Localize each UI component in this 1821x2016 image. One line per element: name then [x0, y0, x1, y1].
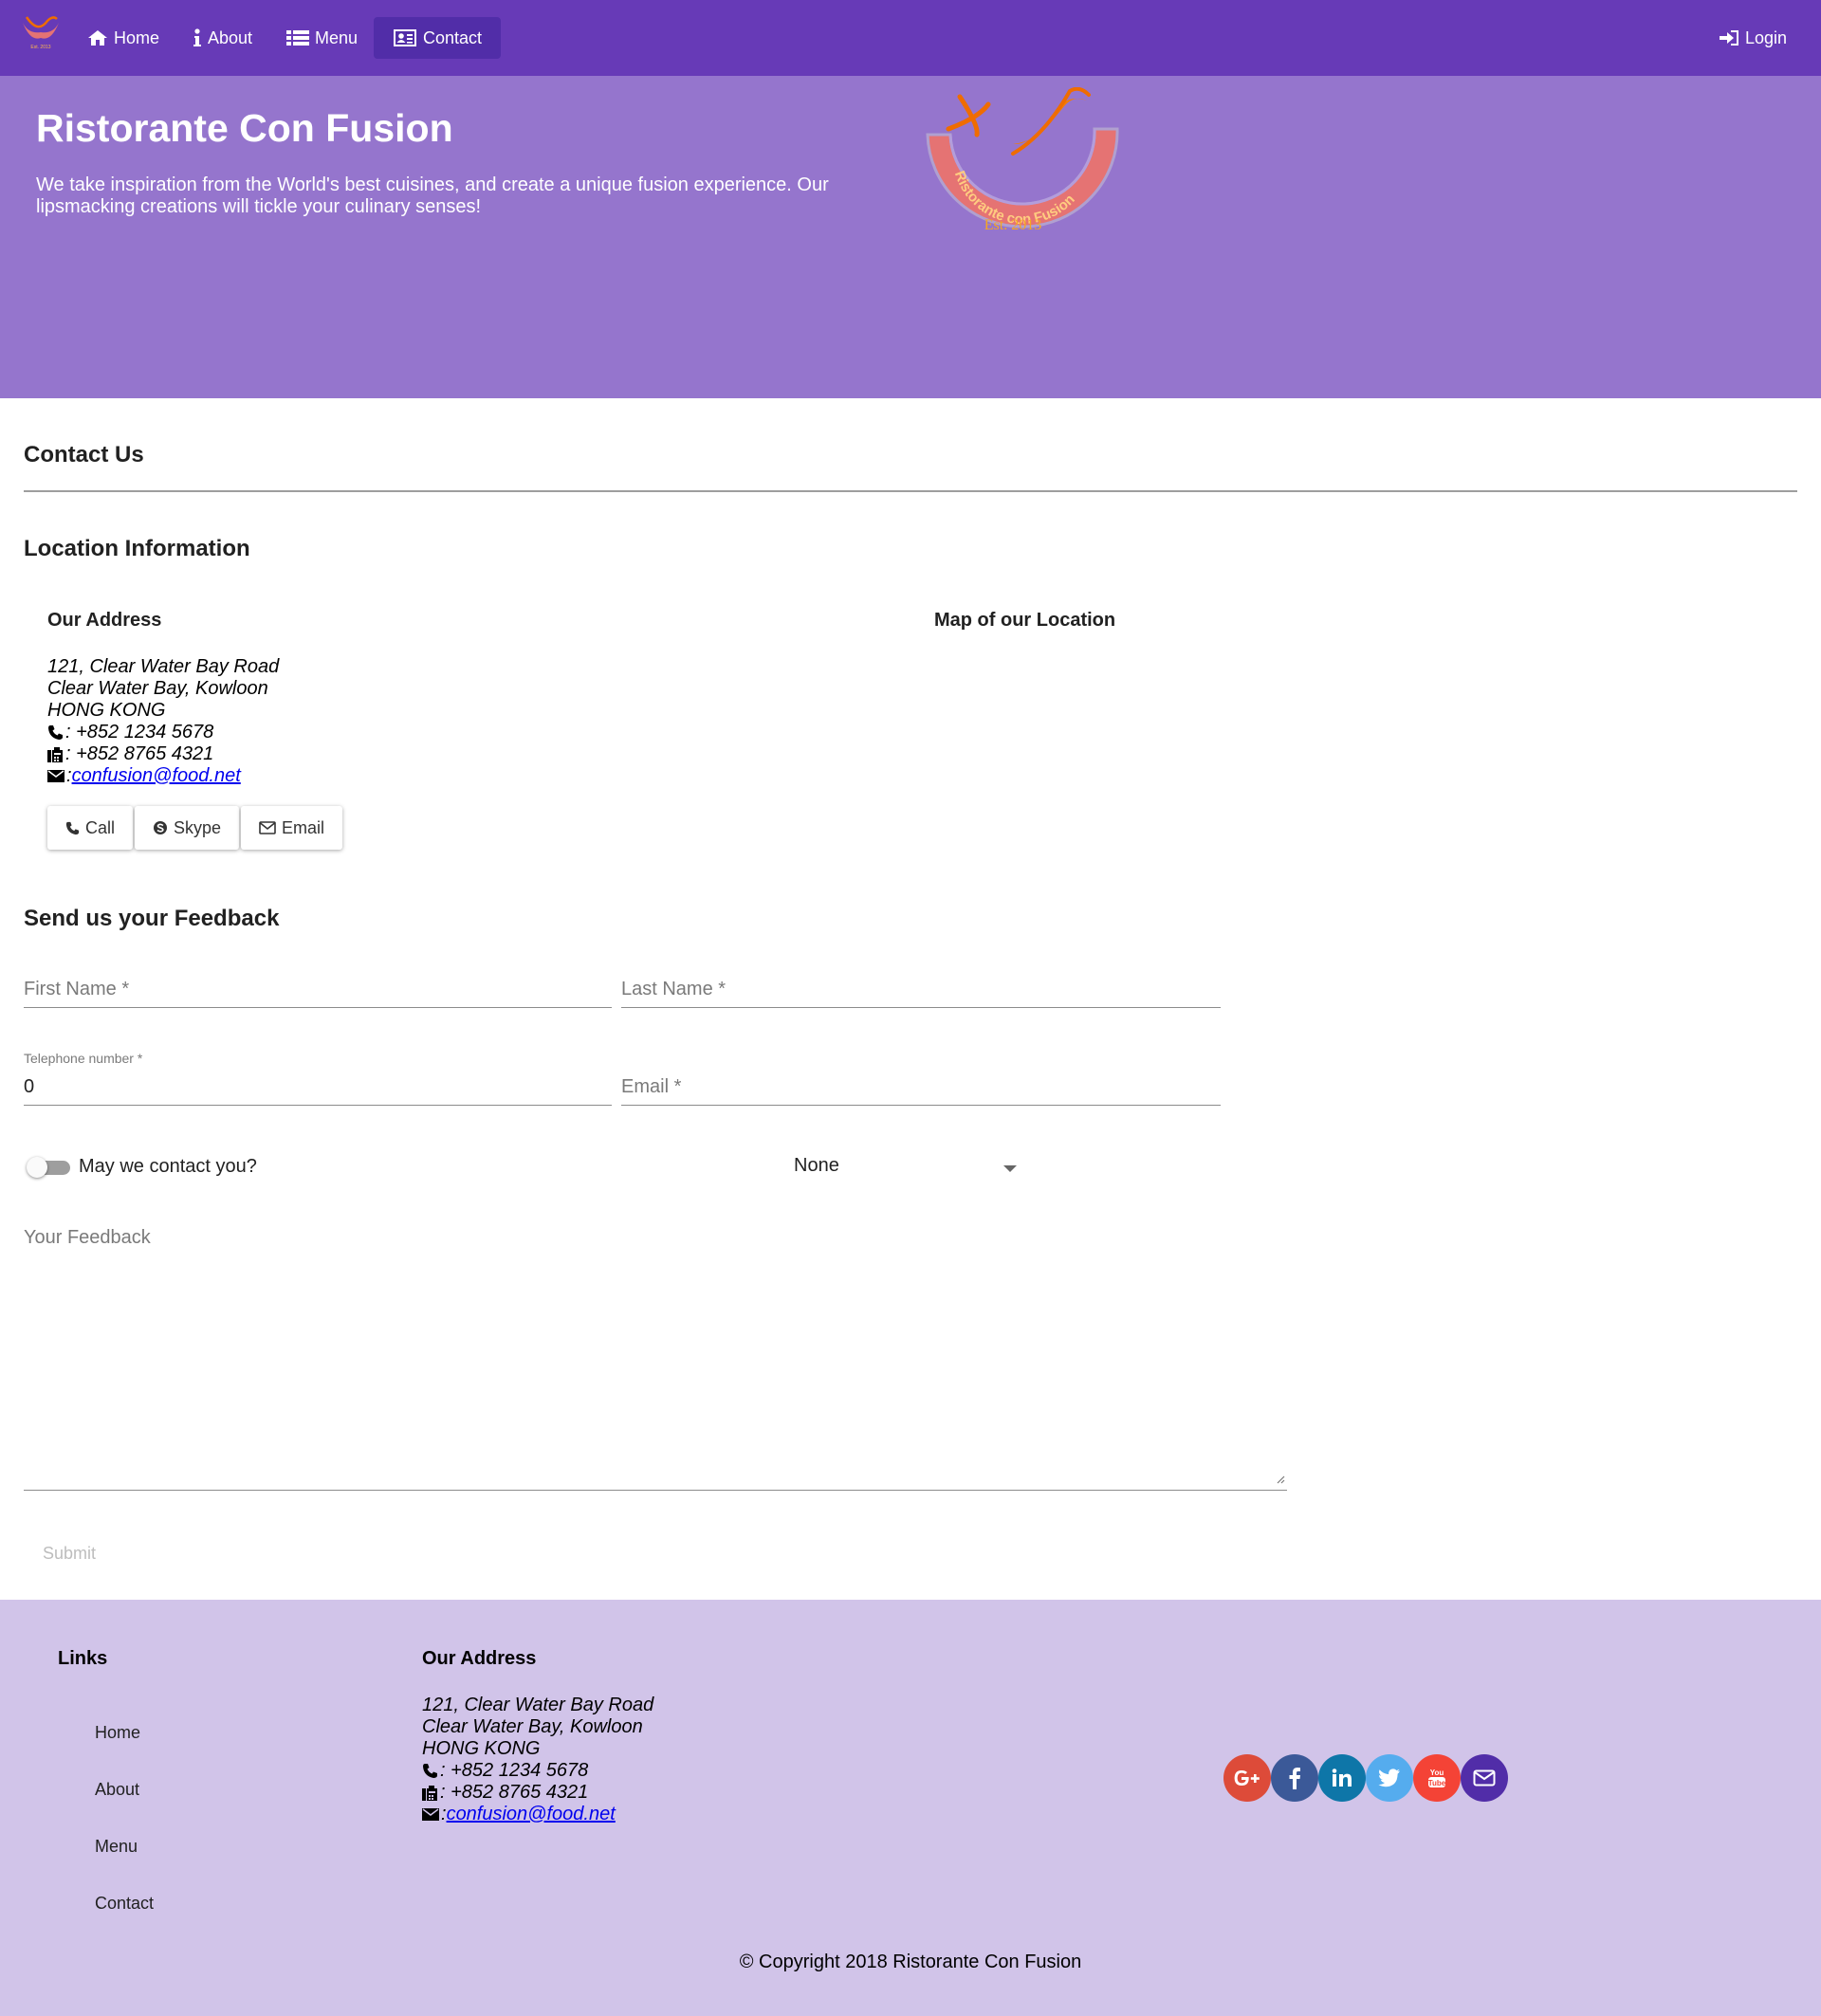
address-card-icon — [394, 29, 416, 46]
resize-handle-icon[interactable] — [1276, 1475, 1285, 1484]
map-title: Map of our Location — [934, 610, 1116, 631]
phone-icon — [65, 821, 80, 834]
footer-address-line-1: 121, Clear Water Bay Road — [422, 1695, 654, 1715]
svg-text:Tube: Tube — [1428, 1779, 1446, 1787]
nav-menu-label: Menu — [315, 27, 359, 47]
our-address-title: Our Address — [47, 610, 162, 631]
call-button[interactable]: Call — [47, 806, 134, 850]
hero-description: We take inspiration from the World's bes… — [36, 174, 829, 217]
skype-icon — [154, 821, 168, 834]
social-buttons: You Tube — [1223, 1754, 1508, 1802]
footer-address-title: Our Address — [422, 1648, 537, 1669]
skype-label: Skype — [174, 817, 222, 837]
sign-in-icon — [1720, 30, 1738, 46]
feedback-textarea[interactable]: Your Feedback — [24, 1223, 1287, 1491]
linkedin-button[interactable] — [1318, 1754, 1366, 1802]
footer-phone-number: : +852 1234 5678 — [440, 1760, 589, 1781]
twitter-button[interactable] — [1366, 1754, 1413, 1802]
contact-type-value: None — [794, 1155, 839, 1176]
phone-number: : +852 1234 5678 — [65, 722, 214, 742]
mail-button[interactable] — [1461, 1754, 1508, 1802]
facebook-button[interactable] — [1271, 1754, 1318, 1802]
footer-link-about[interactable]: About — [95, 1780, 139, 1800]
last-name-field[interactable]: Last Name * — [621, 967, 1221, 1008]
address-block: 121, Clear Water Bay Road Clear Water Ba… — [47, 656, 279, 787]
navbar: Est. 2013 Home About Menu Contact Login — [0, 0, 1821, 76]
address-line-1: 121, Clear Water Bay Road — [47, 656, 280, 677]
facebook-icon — [1289, 1768, 1300, 1789]
footer-email-link[interactable]: confusion@food.net — [447, 1804, 616, 1825]
telephone-value: 0 — [24, 1076, 35, 1097]
contact-title: Contact Us — [24, 442, 144, 467]
fax-icon — [47, 746, 63, 762]
address-line-3: HONG KONG — [47, 700, 166, 721]
svg-text:You: You — [1430, 1769, 1444, 1777]
contact-toggle-label: May we contact you? — [79, 1156, 257, 1177]
telephone-label: Telephone number * — [24, 1051, 143, 1066]
submit-button[interactable]: Submit — [24, 1538, 115, 1569]
google-plus-icon — [1234, 1770, 1260, 1786]
email-placeholder: Email * — [621, 1076, 682, 1097]
nav-contact-label: Contact — [423, 27, 483, 47]
footer-address-line-2: Clear Water Bay, Kowloon — [422, 1716, 643, 1737]
home-icon — [88, 30, 107, 46]
brand-logo[interactable]: Est. 2013 — [19, 13, 63, 51]
restaurant-logo: Ristorante con Fusion Est. 2013 — [926, 87, 1119, 233]
phone-icon — [423, 1764, 437, 1778]
skype-button[interactable]: Skype — [135, 806, 240, 850]
feedback-placeholder: Your Feedback — [24, 1227, 151, 1248]
footer-links-title: Links — [58, 1648, 108, 1669]
svg-text:Est. 2013: Est. 2013 — [30, 45, 50, 50]
hero-title: Ristorante Con Fusion — [36, 106, 453, 150]
login-label: Login — [1745, 27, 1788, 47]
twitter-icon — [1378, 1769, 1400, 1787]
fax-number: : +852 8765 4321 — [65, 743, 214, 764]
last-name-placeholder: Last Name * — [621, 979, 727, 999]
envelope-outline-icon — [1473, 1769, 1496, 1787]
first-name-placeholder: First Name * — [24, 979, 130, 999]
address-line-2: Clear Water Bay, Kowloon — [47, 678, 268, 699]
section-divider — [24, 490, 1797, 492]
linkedin-icon — [1332, 1769, 1352, 1787]
youtube-button[interactable]: You Tube — [1413, 1754, 1461, 1802]
envelope-outline-icon — [259, 821, 276, 834]
nav-about[interactable]: About — [174, 17, 271, 59]
envelope-icon — [422, 1808, 439, 1821]
footer-fax-number: : +852 8765 4321 — [440, 1782, 589, 1803]
nav-home-label: Home — [114, 27, 160, 47]
feedback-title: Send us your Feedback — [24, 906, 280, 931]
location-title: Location Information — [24, 536, 250, 561]
nav-home[interactable]: Home — [68, 17, 178, 59]
first-name-field[interactable]: First Name * — [24, 967, 612, 1008]
contact-button-group: Call Skype Email — [47, 806, 343, 850]
nav-contact[interactable]: Contact — [374, 17, 502, 59]
footer-address-line-3: HONG KONG — [422, 1738, 541, 1759]
contact-toggle[interactable] — [27, 1157, 70, 1178]
email-field[interactable]: Email * — [621, 1051, 1221, 1106]
copyright-text: © Copyright 2018 Ristorante Con Fusion — [739, 1952, 1082, 1972]
footer-link-contact[interactable]: Contact — [95, 1894, 154, 1914]
info-icon — [193, 28, 201, 46]
footer-link-home[interactable]: Home — [95, 1723, 140, 1743]
envelope-icon — [47, 770, 64, 782]
google-plus-button[interactable] — [1223, 1754, 1271, 1802]
contact-type-select[interactable]: None — [794, 1155, 1017, 1182]
list-icon — [286, 30, 309, 46]
telephone-field[interactable]: Telephone number * 0 — [24, 1051, 612, 1106]
nav-about-label: About — [208, 27, 253, 47]
toggle-knob — [27, 1157, 47, 1178]
call-label: Call — [85, 817, 116, 837]
svg-text:Est. 2013: Est. 2013 — [984, 217, 1041, 233]
email-button[interactable]: Email — [241, 806, 343, 850]
footer-link-menu[interactable]: Menu — [95, 1837, 138, 1857]
fax-icon — [422, 1785, 437, 1801]
phone-icon — [48, 725, 63, 740]
nav-menu[interactable]: Menu — [267, 17, 377, 59]
login-button[interactable]: Login — [1700, 17, 1806, 59]
caret-down-icon — [1003, 1165, 1017, 1172]
email-label: Email — [282, 817, 325, 837]
footer-address-block: 121, Clear Water Bay Road Clear Water Ba… — [422, 1695, 653, 1825]
youtube-icon: You Tube — [1428, 1769, 1446, 1787]
email-link[interactable]: confusion@food.net — [72, 765, 241, 787]
